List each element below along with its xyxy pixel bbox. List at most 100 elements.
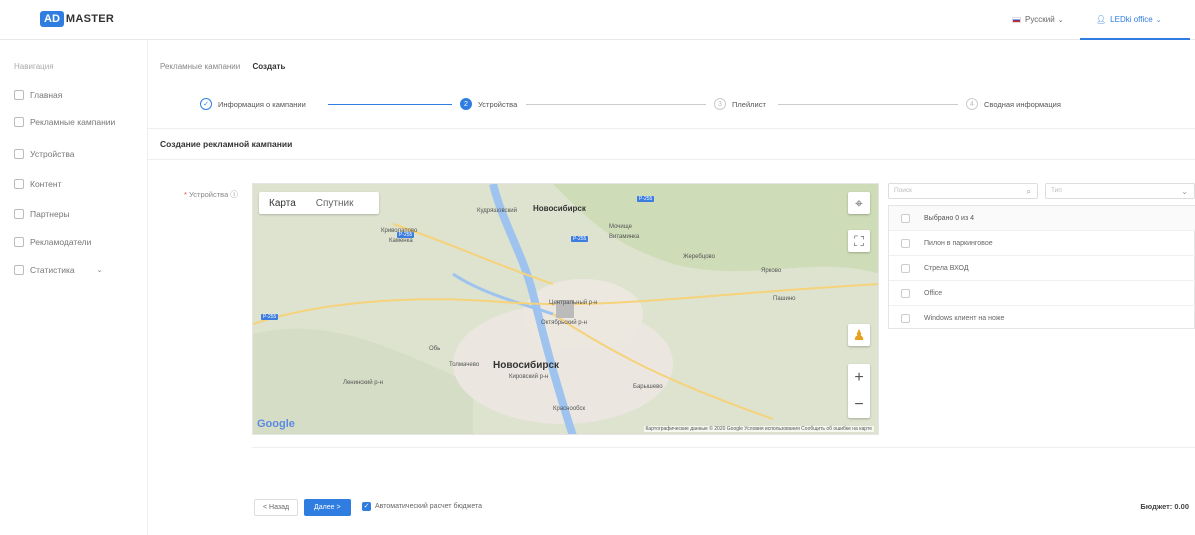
budget-total: Бюджет: 0.00 [1140, 502, 1189, 511]
step-connector [778, 104, 958, 105]
map-tab-satellite[interactable]: Спутник [306, 198, 364, 209]
sidebar-item-label: Статистика [30, 265, 75, 275]
map-zoom-control: + − [848, 364, 870, 418]
sidebar: Навигация Главная Рекламные кампании Уст… [0, 40, 148, 535]
breadcrumb-current: Создать [252, 62, 286, 71]
map-label: Обь [429, 346, 441, 352]
road-marker: P-255 [571, 236, 589, 242]
sidebar-item-content[interactable]: Контент [14, 179, 62, 189]
step-number: 3 [714, 98, 726, 110]
monitor-icon [14, 149, 24, 159]
select-all-checkbox[interactable] [901, 213, 910, 223]
sidebar-item-home[interactable]: Главная [14, 90, 62, 100]
sidebar-item-label: Партнеры [30, 209, 70, 219]
google-map[interactable]: Новосибирск Новосибирск Криволапово Кудр… [252, 183, 879, 435]
sidebar-item-label: Рекламные кампании [30, 117, 116, 127]
map-label: Жеребцово [683, 254, 716, 260]
card-title: Создание рекламной кампании [160, 139, 293, 149]
zoom-in-icon[interactable]: + [848, 364, 870, 391]
content-icon [14, 179, 24, 189]
search-icon: ⌕ [1026, 187, 1031, 196]
breadcrumb: Рекламные кампании Создать [160, 62, 285, 71]
device-name: Пилон в паркинговое [924, 239, 993, 247]
devices-label-text: Устройства [189, 190, 229, 199]
map-label: Ленинский р-н [343, 380, 383, 386]
fullscreen-icon[interactable]: ⛶ [848, 230, 870, 252]
checkbox-checked-icon[interactable]: ✓ [362, 502, 371, 511]
road-marker: P-255 [397, 232, 415, 238]
campaign-card: Создание рекламной кампании * Устройства… [148, 128, 1195, 535]
logo-text: MASTER [65, 13, 115, 25]
step-label: Плейлист [732, 99, 766, 109]
device-list-panel: Поиск ⌕ Тип ⌄ Выбрано 0 из 4 Пилон в пар… [888, 183, 1195, 333]
map-label: Краснообск [553, 406, 586, 412]
devices-field-label: * Устройства ⓘ [184, 189, 238, 200]
partners-icon [14, 209, 24, 219]
step-connector [526, 104, 706, 105]
chevron-down-icon: ⌄ [1057, 16, 1064, 24]
sidebar-item-label: Рекламодатели [30, 237, 92, 247]
item-checkbox[interactable] [901, 238, 910, 248]
device-name: Стрела ВХОД [924, 264, 969, 272]
zoom-out-icon[interactable]: − [848, 391, 870, 418]
step-devices[interactable]: 2 Устройства [460, 98, 517, 110]
sidebar-item-partners[interactable]: Партнеры [14, 209, 70, 219]
info-icon: ⓘ [230, 190, 238, 199]
sidebar-item-label: Устройства [30, 149, 75, 159]
item-checkbox[interactable] [901, 314, 910, 323]
step-number: 4 [966, 98, 978, 110]
list-item[interactable]: Office [889, 281, 1195, 306]
user-menu[interactable]: 👤︎ LEDki office ⌄ [1096, 15, 1162, 24]
auto-budget-label: Автоматический расчет бюджета [375, 503, 483, 510]
list-item[interactable]: Пилон в паркинговое [889, 231, 1195, 256]
breadcrumb-parent[interactable]: Рекламные кампании [160, 62, 240, 71]
search-placeholder: Поиск [894, 187, 913, 194]
road-marker: P-255 [637, 196, 655, 202]
top-header: AD MASTER Русский ⌄ 👤︎ LEDki office ⌄ [0, 0, 1195, 40]
device-name: Windows клиент на ноже [924, 315, 1005, 322]
auto-budget-toggle[interactable]: ✓ Автоматический расчет бюджета [362, 502, 482, 511]
step-campaign-info[interactable]: ✓ Информация о кампании [200, 98, 306, 110]
user-name: LEDki office [1110, 15, 1153, 24]
language-selector[interactable]: Русский ⌄ [1012, 15, 1064, 24]
step-playlist[interactable]: 3 Плейлист [714, 98, 766, 110]
next-button[interactable]: Далее > [304, 499, 351, 516]
device-list: Выбрано 0 из 4 Пилон в паркинговое Стрел… [888, 205, 1195, 329]
list-item[interactable]: Windows клиент на ноже [889, 306, 1195, 331]
map-attribution[interactable]: Картографические данные © 2020 Google Ус… [643, 426, 874, 432]
back-button[interactable]: < Назад [254, 499, 299, 516]
language-label: Русский [1025, 15, 1055, 24]
item-checkbox[interactable] [901, 288, 910, 298]
device-search-input[interactable]: Поиск ⌕ [888, 183, 1038, 199]
home-icon [14, 90, 24, 100]
google-logo: Google [257, 418, 295, 430]
page-topbar: Рекламные кампании Создать ✓ Информация … [148, 40, 1195, 128]
map-label: Витаминка [609, 234, 640, 240]
pegman-icon[interactable]: ♟ [848, 324, 870, 346]
sidebar-item-campaigns[interactable]: Рекламные кампании [14, 117, 115, 127]
divider [148, 159, 1195, 160]
map-city-label: Новосибирск [533, 204, 586, 213]
device-type-select[interactable]: Тип ⌄ [1045, 183, 1195, 199]
map-city-label: Новосибирск [493, 360, 560, 371]
map-tab-map[interactable]: Карта [259, 198, 306, 209]
location-pin-icon[interactable]: ⌖ [848, 192, 870, 214]
map-label: Мочище [609, 224, 632, 230]
logo[interactable]: AD MASTER [40, 11, 114, 27]
russia-flag-icon [1012, 16, 1021, 23]
item-checkbox[interactable] [901, 263, 910, 273]
step-label: Устройства [478, 99, 518, 109]
sidebar-item-statistics[interactable]: Статистика ⌄ [14, 265, 103, 275]
step-number: 2 [460, 98, 472, 110]
selection-count: Выбрано 0 из 4 [924, 214, 974, 222]
sidebar-item-advertisers[interactable]: Рекламодатели [14, 237, 91, 247]
map-label: Кудряшовский [477, 208, 517, 214]
map-label: Ярково [761, 268, 782, 274]
list-item[interactable]: Стрела ВХОД [889, 256, 1195, 281]
step-summary[interactable]: 4 Сводная информация [966, 98, 1061, 110]
road-marker: P-255 [261, 314, 279, 320]
megaphone-icon [14, 117, 24, 127]
step-label: Сводная информация [984, 99, 1061, 109]
sidebar-item-devices[interactable]: Устройства [14, 149, 74, 159]
chevron-down-icon: ⌄ [1155, 16, 1162, 24]
